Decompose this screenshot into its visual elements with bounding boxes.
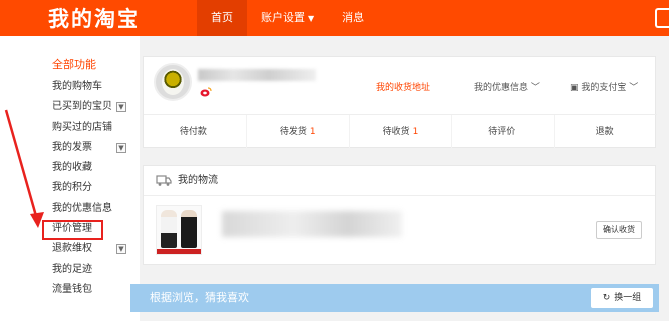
sidebar-item-coupons[interactable]: 我的优惠信息: [52, 199, 132, 219]
sidebar-item-label: 退款维权: [52, 243, 92, 255]
status-pending-shipment[interactable]: 待发货 1: [247, 115, 350, 148]
sidebar-item-invoice[interactable]: 我的发票 ▼: [52, 138, 132, 158]
taobao-page: 我的淘宝 首页 账户设置 ▼ 消息 全部功能 我的购物车 已买到的宝贝 ▼ 购买过的…: [0, 0, 669, 321]
sidebar-item-label: 我的购物车: [52, 81, 102, 92]
sidebar-item-label: 我的积分: [52, 182, 92, 194]
status-label: 待评价: [488, 127, 516, 137]
sidebar-item-label: 购买过的店铺: [52, 121, 112, 133]
sidebar-item-label: 我的足迹: [52, 263, 92, 275]
blurred-username: [198, 69, 316, 81]
address-link[interactable]: 我的收货地址: [376, 80, 430, 93]
status-label: 待发货: [279, 127, 307, 137]
sidebar-item-refunds[interactable]: 退款维权 ▼: [52, 239, 132, 259]
sidebar: 全部功能 我的购物车 已买到的宝贝 ▼ 购买过的店铺 我的发票 ▼ 我的收藏 我的积…: [0, 36, 140, 321]
refresh-button[interactable]: ↻ 换一组: [591, 288, 653, 308]
coupon-link-label: 我的优惠信息: [474, 83, 529, 93]
status-pending-payment[interactable]: 待付款: [144, 115, 247, 148]
logistics-header: 我的物流: [144, 166, 655, 196]
nav-account-settings[interactable]: 账户设置 ▼: [247, 0, 328, 36]
blurred-logistics-info: [222, 211, 402, 237]
annotation-highlight-box: [42, 220, 103, 240]
status-refund[interactable]: 退款: [555, 115, 657, 148]
nav-account-settings-label: 账户设置: [261, 11, 305, 24]
profile-card: 我的收货地址 我的优惠信息 ﹀ ▣ 我的支付宝 ﹀ 待付款 待发货 1 待收货 1 …: [143, 56, 657, 148]
address-link-label: 我的收货地址: [376, 83, 431, 93]
sidebar-item-label: 我的收藏: [52, 162, 92, 174]
truck-icon: [156, 175, 172, 186]
expand-icon[interactable]: ▼: [116, 102, 126, 113]
sidebar-item-footprints[interactable]: 我的足迹: [52, 260, 132, 280]
chevron-down-icon: ﹀: [530, 83, 540, 93]
sidebar-item-shops[interactable]: 购买过的店铺: [52, 118, 132, 138]
thumbnail-caption-bar: [157, 249, 201, 254]
recommendation-title: 根据浏览，猜我喜欢: [150, 291, 249, 304]
product-figure: [181, 210, 197, 248]
confirm-receipt-button[interactable]: 确认收货: [596, 221, 642, 239]
chevron-down-icon: ﹀: [629, 83, 639, 93]
nav-home-label: 首页: [211, 11, 233, 24]
sidebar-item-favorites[interactable]: 我的收藏: [52, 158, 132, 178]
logistics-card: 我的物流 确认收货: [143, 165, 656, 265]
order-status-row: 待付款 待发货 1 待收货 1 待评价 退款: [144, 114, 657, 148]
status-label: 待收货: [382, 127, 410, 137]
alipay-link-label: 我的支付宝: [581, 83, 627, 93]
sidebar-item-label: 我的优惠信息: [52, 202, 112, 214]
product-thumbnail[interactable]: [156, 205, 202, 255]
recommendation-bar: 根据浏览，猜我喜欢 ↻ 换一组: [130, 284, 659, 312]
sidebar-item-bought[interactable]: 已买到的宝贝 ▼: [52, 97, 132, 117]
status-count: 1: [412, 127, 419, 137]
window-edge-icon: [655, 8, 669, 28]
avatar-image: [162, 69, 184, 95]
sidebar-title[interactable]: 全部功能: [52, 56, 96, 72]
chevron-down-icon: ▼: [308, 14, 315, 23]
alipay-icon: ▣: [570, 83, 579, 93]
sidebar-list: 我的购物车 已买到的宝贝 ▼ 购买过的店铺 我的发票 ▼ 我的收藏 我的积分 我的优…: [52, 77, 132, 300]
top-nav-bar: 我的淘宝 首页 账户设置 ▼ 消息: [0, 0, 669, 36]
expand-icon[interactable]: ▼: [116, 142, 126, 153]
sidebar-item-cart[interactable]: 我的购物车: [52, 77, 132, 97]
alipay-link[interactable]: ▣ 我的支付宝 ﹀: [570, 80, 638, 93]
nav-messages-label: 消息: [342, 11, 365, 24]
coupon-link[interactable]: 我的优惠信息 ﹀: [474, 80, 540, 93]
product-figure: [161, 210, 177, 248]
main-nav: 首页 账户设置 ▼ 消息: [197, 0, 378, 36]
weibo-icon[interactable]: [200, 87, 212, 97]
status-label: 待付款: [179, 127, 207, 137]
status-pending-review[interactable]: 待评价: [452, 115, 556, 148]
refresh-button-label: 换一组: [614, 293, 642, 303]
nav-messages[interactable]: 消息: [328, 0, 378, 36]
status-label: 退款: [595, 127, 614, 137]
sidebar-item-data-wallet[interactable]: 流量钱包: [52, 280, 132, 300]
logo[interactable]: 我的淘宝: [48, 3, 140, 33]
avatar[interactable]: [154, 63, 192, 101]
sidebar-item-label: 我的发票: [52, 141, 92, 153]
sidebar-item-points[interactable]: 我的积分: [52, 178, 132, 198]
refresh-icon: ↻: [602, 293, 611, 303]
sidebar-item-label: 已买到的宝贝: [52, 101, 112, 113]
status-count: 1: [309, 127, 316, 137]
status-pending-receipt[interactable]: 待收货 1: [350, 115, 453, 148]
expand-icon[interactable]: ▼: [116, 244, 126, 255]
logistics-title: 我的物流: [178, 175, 218, 186]
sidebar-item-label: 流量钱包: [52, 283, 92, 295]
nav-home[interactable]: 首页: [197, 0, 247, 36]
